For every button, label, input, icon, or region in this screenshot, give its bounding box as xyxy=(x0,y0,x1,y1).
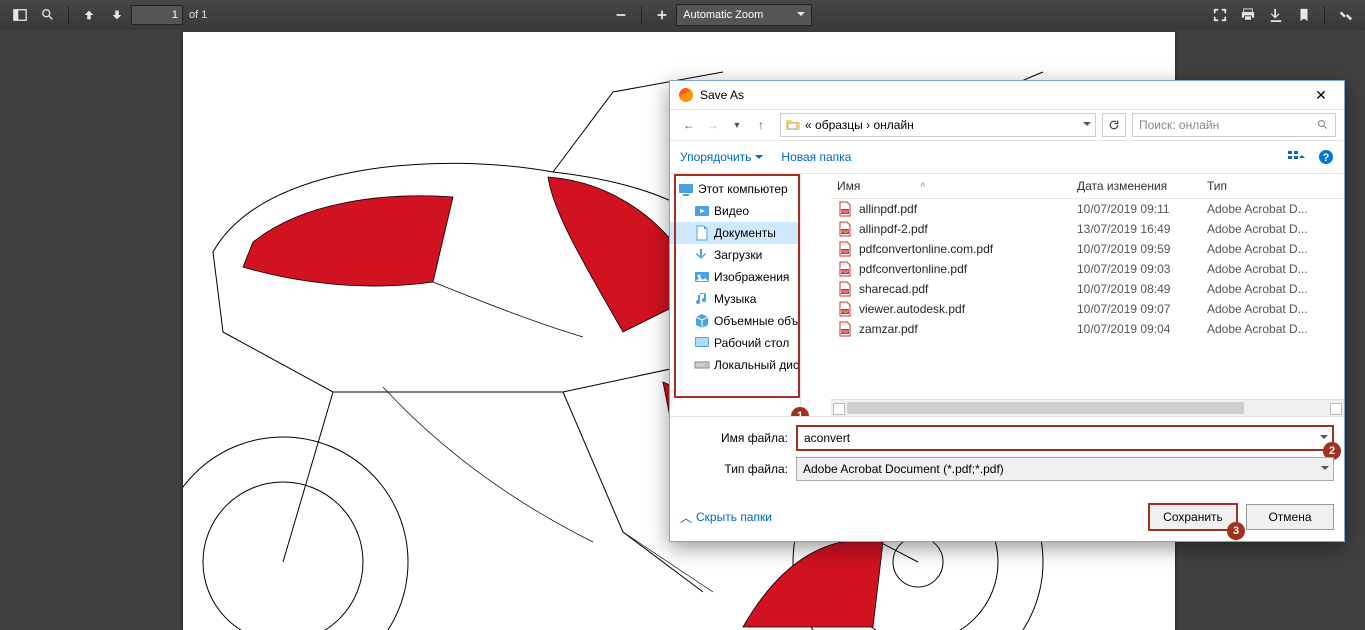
pdf-icon: PDF xyxy=(837,201,853,217)
filetype-label: Тип файла: xyxy=(680,462,796,476)
save-fields: Имя файла: aconvert 2 Тип файла: Adobe A… xyxy=(670,416,1344,497)
marker-3: 3 xyxy=(1227,522,1245,540)
pdf-icon: PDF xyxy=(837,261,853,277)
filename-label: Имя файла: xyxy=(680,431,796,445)
close-button[interactable]: ✕ xyxy=(1306,84,1336,106)
folder-icon xyxy=(785,117,801,133)
tools[interactable] xyxy=(1333,3,1357,27)
search-input[interactable]: Поиск: онлайн xyxy=(1132,113,1336,137)
page-total: of 1 xyxy=(189,9,207,21)
file-row[interactable]: PDFzamzar.pdf10/07/2019 09:04Adobe Acrob… xyxy=(831,319,1344,339)
file-row[interactable]: PDFallinpdf-2.pdf13/07/2019 16:49Adobe A… xyxy=(831,219,1344,239)
command-row: Упорядочить Новая папка ? xyxy=(670,140,1344,174)
pdf-icon: PDF xyxy=(837,241,853,257)
zoom-out[interactable] xyxy=(609,3,633,27)
filetype-select[interactable]: Adobe Acrobat Document (*.pdf;*.pdf) xyxy=(796,457,1334,481)
svg-text:?: ? xyxy=(1323,152,1330,164)
file-list: Имя^ Дата изменения Тип PDFallinpdf.pdf1… xyxy=(801,174,1344,416)
file-row[interactable]: PDFallinpdf.pdf10/07/2019 09:11Adobe Acr… xyxy=(831,199,1344,219)
svg-text:PDF: PDF xyxy=(841,269,850,274)
next-page[interactable] xyxy=(105,3,129,27)
tree-downloads[interactable]: Загрузки xyxy=(670,244,800,266)
nav-recent[interactable]: ▼ xyxy=(726,114,748,136)
organize-button[interactable]: Упорядочить xyxy=(680,150,763,164)
tree-music[interactable]: Музыка xyxy=(670,288,800,310)
file-header: Имя^ Дата изменения Тип xyxy=(831,174,1344,199)
dialog-footer: ︿Скрыть папки Сохранить 3 Отмена xyxy=(670,497,1344,541)
address-bar[interactable]: « образцы › онлайн xyxy=(780,113,1096,137)
tree-pictures[interactable]: Изображения xyxy=(670,266,800,288)
tree-videos[interactable]: Видео xyxy=(670,200,800,222)
tree-desktop[interactable]: Рабочий стол xyxy=(670,332,800,354)
save-as-dialog: Save As ✕ ← → ▼ ↑ « образцы › онлайн Пои… xyxy=(669,80,1345,542)
svg-text:PDF: PDF xyxy=(841,249,850,254)
chevron-down-icon[interactable] xyxy=(1083,122,1091,130)
horizontal-scrollbar[interactable] xyxy=(831,399,1344,416)
tree-localdisk[interactable]: Локальный дис xyxy=(670,354,800,376)
tree-3d[interactable]: Объемные объ xyxy=(670,310,800,332)
svg-text:PDF: PDF xyxy=(841,309,850,314)
file-row[interactable]: PDFpdfconvertonline.com.pdf10/07/2019 09… xyxy=(831,239,1344,259)
svg-text:PDF: PDF xyxy=(841,209,850,214)
folder-tree: Этот компьютер Видео Документы Загрузки … xyxy=(670,174,801,416)
pdf-icon: PDF xyxy=(837,321,853,337)
search-icon xyxy=(1317,119,1329,131)
breadcrumb-1[interactable]: образцы xyxy=(815,118,863,132)
col-name[interactable]: Имя^ xyxy=(831,179,1077,193)
download[interactable] xyxy=(1264,3,1288,27)
breadcrumb-sep: › xyxy=(866,118,870,132)
tree-this-pc[interactable]: Этот компьютер xyxy=(670,178,800,200)
filename-input[interactable]: aconvert 2 xyxy=(796,425,1334,451)
pdf-icon: PDF xyxy=(837,301,853,317)
pdf-toolbar: of 1 Automatic Zoom xyxy=(0,0,1365,31)
col-type[interactable]: Тип xyxy=(1207,179,1344,193)
find-button[interactable] xyxy=(36,3,60,27)
hide-folders[interactable]: ︿Скрыть папки xyxy=(680,509,772,526)
file-row[interactable]: PDFsharecad.pdf10/07/2019 08:49Adobe Acr… xyxy=(831,279,1344,299)
zoom-select[interactable]: Automatic Zoom xyxy=(676,4,812,26)
help-icon[interactable]: ? xyxy=(1318,149,1334,165)
save-button[interactable]: Сохранить 3 xyxy=(1148,503,1238,531)
dialog-title: Save As xyxy=(700,88,744,102)
nav-row: ← → ▼ ↑ « образцы › онлайн Поиск: онлайн xyxy=(670,109,1344,140)
dialog-body: Этот компьютер Видео Документы Загрузки … xyxy=(670,174,1344,416)
nav-back[interactable]: ← xyxy=(678,114,700,136)
chevron-down-icon[interactable] xyxy=(1320,435,1328,443)
print[interactable] xyxy=(1236,3,1260,27)
svg-text:PDF: PDF xyxy=(841,229,850,234)
svg-text:PDF: PDF xyxy=(841,329,850,334)
search-placeholder: Поиск: онлайн xyxy=(1139,118,1219,132)
file-row[interactable]: PDFpdfconvertonline.pdf10/07/2019 09:03A… xyxy=(831,259,1344,279)
col-date[interactable]: Дата изменения xyxy=(1077,179,1207,193)
tree-documents[interactable]: Документы xyxy=(670,222,800,244)
sidebar-toggle[interactable] xyxy=(8,3,32,27)
cancel-button[interactable]: Отмена xyxy=(1246,504,1334,530)
zoom-in[interactable] xyxy=(650,3,674,27)
fullscreen[interactable] xyxy=(1208,3,1232,27)
pdf-icon: PDF xyxy=(837,281,853,297)
nav-forward: → xyxy=(702,114,724,136)
file-row[interactable]: PDFviewer.autodesk.pdf10/07/2019 09:07Ad… xyxy=(831,299,1344,319)
page-number-input[interactable] xyxy=(131,5,183,25)
breadcrumb-prefix: « xyxy=(805,118,812,132)
prev-page[interactable] xyxy=(77,3,101,27)
breadcrumb-2[interactable]: онлайн xyxy=(873,118,913,132)
new-folder-button[interactable]: Новая папка xyxy=(781,150,851,164)
chevron-down-icon[interactable] xyxy=(1321,466,1329,474)
refresh-button[interactable] xyxy=(1102,113,1126,137)
firefox-icon xyxy=(678,87,694,103)
dialog-titlebar: Save As ✕ xyxy=(670,81,1344,109)
bookmark[interactable] xyxy=(1292,3,1316,27)
nav-up[interactable]: ↑ xyxy=(750,114,772,136)
pdf-icon: PDF xyxy=(837,221,853,237)
svg-text:PDF: PDF xyxy=(841,289,850,294)
view-options[interactable] xyxy=(1288,150,1306,164)
